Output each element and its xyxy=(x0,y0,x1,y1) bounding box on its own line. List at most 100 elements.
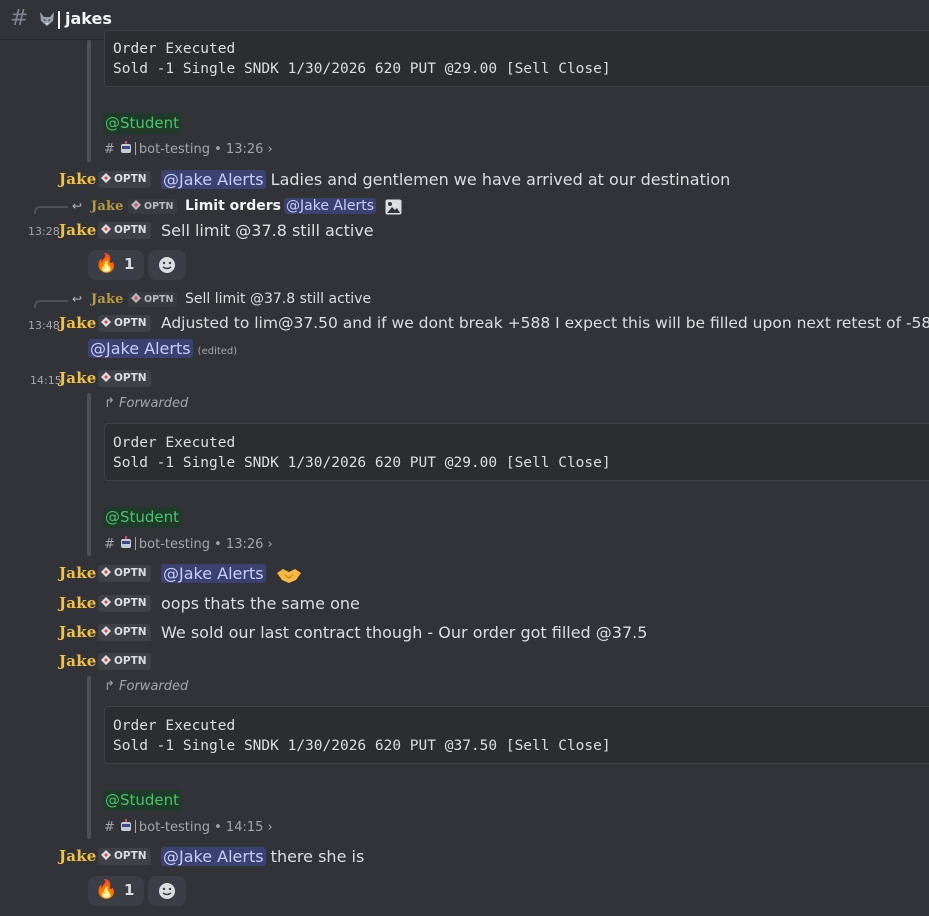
guild-tag[interactable]: OPTN xyxy=(98,222,151,239)
author-name[interactable]: Jake xyxy=(59,221,97,239)
code-line: Sold -1 Single SNDK 1/30/2026 620 PUT @2… xyxy=(113,455,611,471)
gem-icon xyxy=(101,567,111,577)
reply-icon: ↩ xyxy=(72,199,83,213)
timestamp: 13:28 xyxy=(28,225,60,238)
code-line: Sold -1 Single SNDK 1/30/2026 620 PUT @3… xyxy=(113,738,611,754)
reaction-count: 1 xyxy=(124,881,135,899)
hash-icon: # xyxy=(104,142,115,157)
reply-author[interactable]: Jake xyxy=(91,292,124,307)
forwarded-label: ↱ Forwarded xyxy=(104,679,189,694)
guild-tag[interactable]: OPTN xyxy=(98,848,151,865)
gem-icon xyxy=(101,597,111,607)
chevron-right-icon: › xyxy=(267,820,273,835)
guild-tag[interactable]: OPTN xyxy=(98,370,151,387)
code-line: Order Executed xyxy=(113,41,236,57)
footer-channel: bot-testing xyxy=(138,537,210,552)
reply-mention[interactable]: @Jake Alerts xyxy=(284,198,376,214)
author-name[interactable]: Jake xyxy=(59,847,97,865)
gem-icon xyxy=(101,850,111,860)
student-mention[interactable]: @Student xyxy=(103,507,182,528)
mention[interactable]: @Jake Alerts xyxy=(88,339,193,358)
forward-footer[interactable]: # bot-testing • 13:26 › xyxy=(104,536,273,554)
separator xyxy=(58,11,60,29)
student-mention[interactable]: @Student xyxy=(103,790,182,811)
message-text: Adjusted to lim@37.50 and if we dont bre… xyxy=(161,314,929,332)
forward-bar xyxy=(87,676,91,839)
footer-channel: bot-testing xyxy=(138,820,210,835)
mention[interactable]: @Jake Alerts xyxy=(161,170,266,189)
reply-icon: ↩ xyxy=(72,292,83,306)
code-block: Order Executed Sold -1 Single SNDK 1/30/2… xyxy=(104,706,929,764)
message-text: @Jake Alerts Ladies and gentlemen we hav… xyxy=(161,170,731,189)
code-line: Order Executed xyxy=(113,718,236,734)
reaction-count: 1 xyxy=(124,255,135,273)
mention[interactable]: @Jake Alerts xyxy=(161,847,266,866)
gem-icon xyxy=(101,224,111,234)
footer-time: 13:26 xyxy=(225,537,264,552)
fire-icon: 🔥 xyxy=(95,879,118,900)
handshake-icon xyxy=(277,569,301,583)
footer-time: 13:26 xyxy=(225,142,264,157)
separator xyxy=(134,820,136,833)
smiley-icon xyxy=(159,883,175,899)
forward-footer[interactable]: # bot-testing • 14:15 › xyxy=(104,819,273,837)
author-name[interactable]: Jake xyxy=(59,170,97,188)
author-name[interactable]: Jake xyxy=(59,652,97,670)
fire-icon: 🔥 xyxy=(95,253,118,274)
footer-time: 14:15 xyxy=(225,820,264,835)
guild-tag[interactable]: OPTN xyxy=(98,624,151,641)
footer-dot: • xyxy=(214,537,222,552)
reaction-fire[interactable]: 🔥 1 xyxy=(88,250,144,280)
student-mention[interactable]: @Student xyxy=(103,113,182,134)
separator xyxy=(134,142,136,155)
author-name[interactable]: Jake xyxy=(59,594,97,612)
hash-icon: # xyxy=(104,820,115,835)
guild-tag[interactable]: OPTN xyxy=(98,171,151,188)
message-text: @Jake Alerts xyxy=(161,564,266,583)
add-reaction-button[interactable] xyxy=(148,250,186,280)
gem-icon xyxy=(101,626,111,636)
forward-footer[interactable]: # bot-testing • 13:26 › xyxy=(104,141,273,159)
guild-tag[interactable]: OPTN xyxy=(98,653,151,670)
channel-name[interactable]: jakes xyxy=(65,9,112,28)
mention[interactable]: @Jake Alerts xyxy=(161,564,266,583)
gem-icon xyxy=(101,372,111,382)
code-block: Order Executed Sold -1 Single SNDK 1/30/2… xyxy=(104,30,929,87)
forward-bar xyxy=(87,393,91,556)
add-reaction-button[interactable] xyxy=(148,876,186,906)
author-name[interactable]: Jake xyxy=(59,564,97,582)
gem-icon xyxy=(131,293,141,303)
guild-tag[interactable]: OPTN xyxy=(98,565,151,582)
robot-icon xyxy=(120,536,131,548)
message-continuation: @Jake Alerts (edited) xyxy=(88,339,237,358)
gem-icon xyxy=(101,317,111,327)
gem-icon xyxy=(131,200,141,210)
guild-tag: OPTN xyxy=(128,292,178,307)
forward-arrow-icon: ↱ xyxy=(104,679,120,694)
guild-tag: OPTN xyxy=(128,199,178,214)
footer-channel: bot-testing xyxy=(138,142,210,157)
author-name[interactable]: Jake xyxy=(59,369,97,387)
separator xyxy=(134,537,136,550)
code-line: Sold -1 Single SNDK 1/30/2026 620 PUT @2… xyxy=(113,61,611,77)
reaction-fire[interactable]: 🔥 1 xyxy=(88,876,144,906)
author-name[interactable]: Jake xyxy=(59,314,97,332)
message-text: We sold our last contract though - Our o… xyxy=(161,623,648,642)
edited-label: (edited) xyxy=(197,346,238,357)
guild-tag[interactable]: OPTN xyxy=(98,595,151,612)
chevron-right-icon: › xyxy=(267,537,273,552)
message-text: oops thats the same one xyxy=(161,594,360,613)
message-text: @Jake Alerts there she is xyxy=(161,847,365,866)
hash-icon: # xyxy=(10,6,29,31)
code-line: Order Executed xyxy=(113,435,236,451)
timestamp: 14:15 xyxy=(30,374,62,387)
footer-dot: • xyxy=(214,142,222,157)
smiley-icon xyxy=(159,257,175,273)
gem-icon xyxy=(101,655,111,665)
author-name[interactable]: Jake xyxy=(59,623,97,641)
reply-author[interactable]: Jake xyxy=(91,199,124,214)
wolf-icon xyxy=(40,12,54,26)
reply-preview[interactable]: Sell limit @37.8 still active xyxy=(185,291,371,307)
reply-preview[interactable]: Limit orders xyxy=(185,198,281,214)
guild-tag[interactable]: OPTN xyxy=(98,315,151,332)
